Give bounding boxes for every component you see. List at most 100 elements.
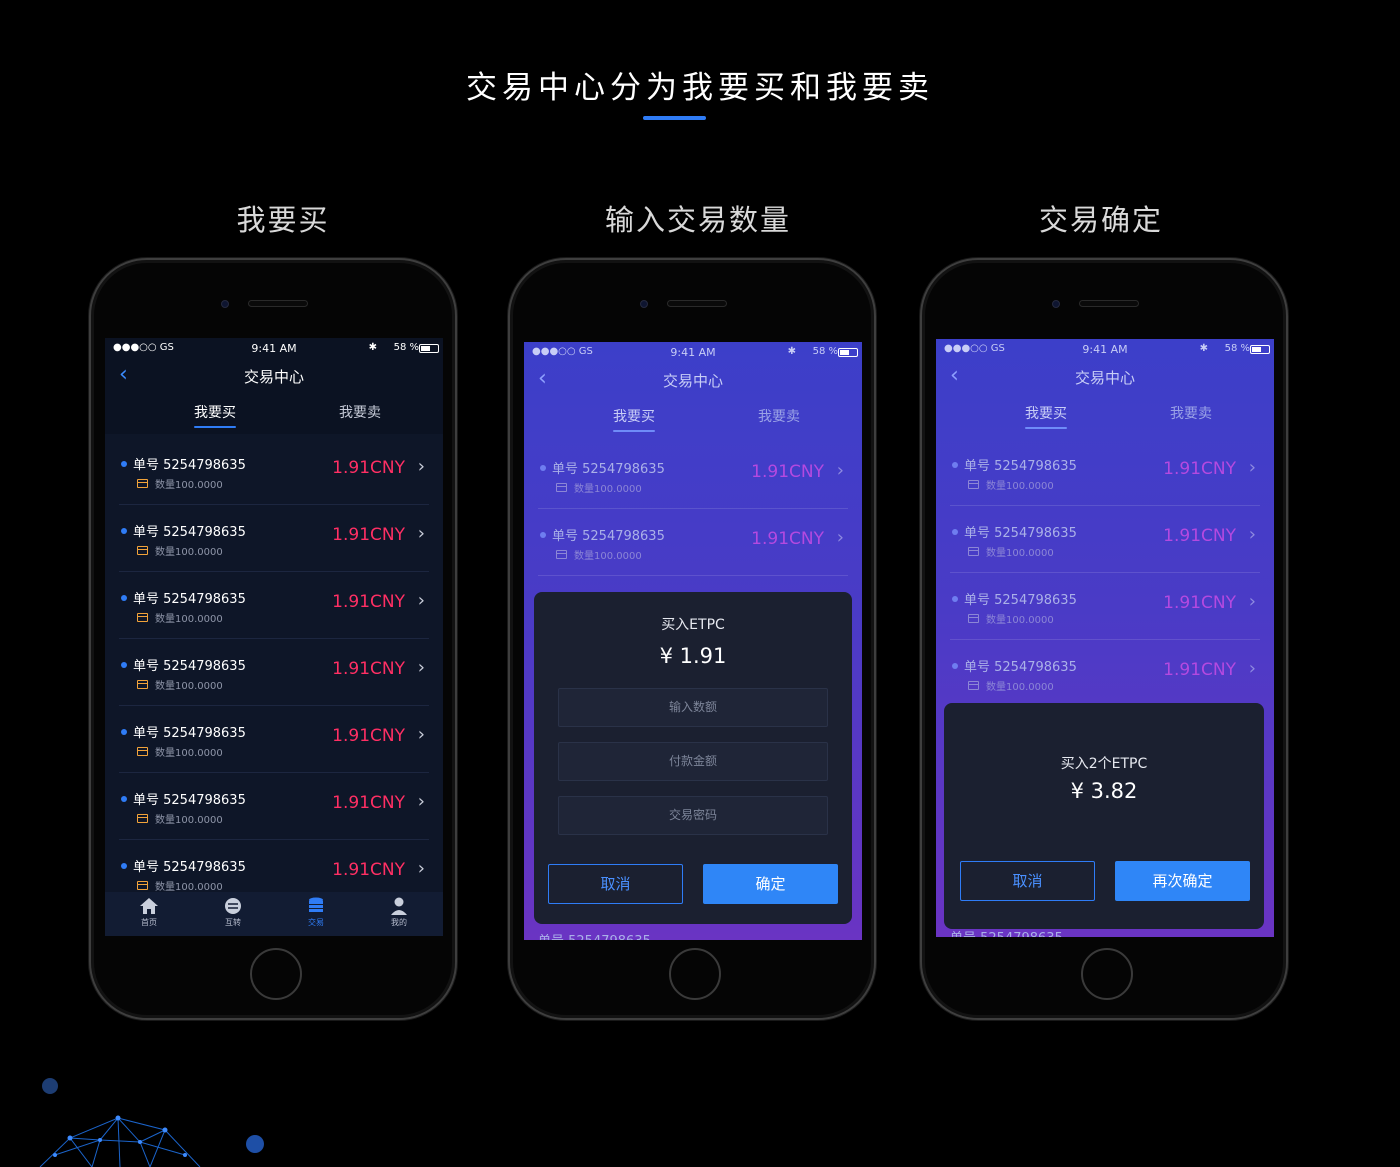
tab-sell[interactable]: 我要卖 [310,402,410,422]
list-item[interactable]: 单号 5254798635 数量100.0000 1.91CNY › [119,438,429,505]
chevron-right-icon: › [1248,457,1256,478]
globe-mesh [39,1117,201,1167]
wallet-icon [556,483,567,492]
order-quantity: 数量100.0000 [986,481,1054,492]
order-number: 单号 5254798635 [133,726,246,741]
battery-icon [1250,345,1270,354]
list-item[interactable]: 单号 5254798635 数量100.0000 1.91CNY › [119,706,429,773]
dialog-price: ¥ 3.82 [1070,779,1138,803]
tab-buy[interactable]: 我要买 [584,406,684,426]
decor-dot [42,1078,58,1094]
cancel-button[interactable]: 取消 [960,861,1095,901]
tab-buy[interactable]: 我要买 [996,403,1096,423]
confirm-button[interactable]: 确定 [703,864,838,904]
order-price: 1.91CNY [751,462,824,482]
order-price: 1.91CNY [332,659,405,679]
bullet-dot [952,663,958,669]
tab-indicator [1025,427,1067,429]
bullet-dot [952,596,958,602]
cancel-button[interactable]: 取消 [548,864,683,904]
tab-bar-top: 我要买 我要卖 [936,399,1274,435]
status-time: 9:41 AM [1082,343,1128,356]
tabbar-item-mine[interactable]: 我的 [369,896,429,928]
order-price: 1.91CNY [1163,660,1236,680]
tabbar-item-trade[interactable]: 交易 [286,896,346,928]
order-quantity: 数量100.0000 [574,551,642,562]
chevron-right-icon: › [417,523,425,544]
order-quantity: 数量100.0000 [986,615,1054,626]
bullet-dot [121,595,127,601]
wallet-icon [968,614,979,623]
bullet-dot [952,529,958,535]
camera-icon [1052,300,1060,308]
nav-bar: ‹ 交易中心 [105,360,443,392]
chevron-right-icon: › [1248,524,1256,545]
chevron-right-icon: › [417,724,425,745]
coins-icon [309,897,323,912]
status-bar: ●●●○○ GS 9:41 AM ✱ 58 % [524,342,862,362]
home-button[interactable] [669,948,721,1000]
tab-sell[interactable]: 我要卖 [1141,403,1241,423]
order-quantity: 数量100.0000 [155,614,223,625]
list-item[interactable]: 单号 5254798635 数量100.0000 1.91CNY › [950,439,1260,506]
battery-percent: 58 % [1224,343,1250,354]
chevron-right-icon: › [417,657,425,678]
bullet-dot [121,528,127,534]
list-item[interactable]: 单号 5254798635 数量100.0000 1.91CNY › [119,639,429,706]
tab-indicator [613,430,655,432]
amount-input[interactable]: 输入数额 [558,688,828,727]
chevron-right-icon: › [836,527,844,548]
tabbar-item-transfer[interactable]: 互转 [203,896,263,928]
list-item[interactable]: 单号 5254798635 数量100.0000 1.91CNY › [538,509,848,576]
order-number: 单号 5254798635 [133,793,246,808]
home-button[interactable] [250,948,302,1000]
list-item[interactable]: 单号 5254798635 数量100.0000 1.91CNY › [538,442,848,509]
list-item[interactable]: 单号 5254798635 数量100.0000 1.91CNY › [119,505,429,572]
screen-input-dialog: ●●●○○ GS 9:41 AM ✱ 58 % ‹ 交易中心 我要买 我要卖 单… [524,342,862,940]
bullet-dot [121,662,127,668]
order-price: 1.91CNY [751,529,824,549]
confirm-again-button[interactable]: 再次确定 [1115,861,1250,901]
column-title-buy: 我要买 [236,203,330,237]
list-item[interactable]: 单号 5254798635 数量100.0000 1.91CNY › [119,572,429,639]
tabbar-item-home[interactable]: 首页 [119,896,179,928]
trade-password-input[interactable]: 交易密码 [558,796,828,835]
tab-buy[interactable]: 我要买 [165,402,265,422]
bullet-dot [952,462,958,468]
phone-mockup-confirm: ●●●○○ GS 9:41 AM ✱ 58 % ‹ 交易中心 我要买 我要卖 单… [920,258,1288,1020]
transfer-icon [225,898,241,914]
title-underline [643,116,706,120]
decor-dot [246,1135,264,1153]
buy-confirm-dialog: 买入2个ETPC ¥ 3.82 取消 再次确定 [944,703,1264,929]
bluetooth-icon: ✱ [1199,343,1208,354]
nav-bar: ‹ 交易中心 [936,361,1274,393]
order-number: 单号 5254798635 [964,459,1077,474]
order-quantity: 数量100.0000 [155,882,223,893]
wallet-icon [137,613,148,622]
order-number: 单号 5254798635 [133,525,246,540]
order-price: 1.91CNY [1163,459,1236,479]
list-item[interactable]: 单号 5254798635 数量100.0000 1.91CNY › [950,640,1260,707]
battery-percent: 58 % [393,342,419,353]
list-item[interactable]: 单号 5254798635 数量100.0000 1.91CNY › [119,773,429,840]
wallet-icon [556,550,567,559]
dialog-title: 买入2个ETPC [1060,756,1148,772]
home-button[interactable] [1081,948,1133,1000]
column-title-input: 输入交易数量 [604,203,791,237]
payment-amount-input[interactable]: 付款金额 [558,742,828,781]
screen-buy-list: ●●●○○ GS 9:41 AM ✱ 58 % ‹ 交易中心 我要买 我要卖 单… [105,338,443,936]
bluetooth-icon: ✱ [787,346,796,357]
order-price: 1.91CNY [1163,526,1236,546]
tab-bar-top: 我要买 我要卖 [524,402,862,438]
tab-sell[interactable]: 我要卖 [729,406,829,426]
speaker-grille [1079,300,1139,307]
order-number: 单号 5254798635 [552,529,665,544]
list-item[interactable]: 单号 5254798635 数量100.0000 1.91CNY › [950,573,1260,640]
wallet-icon [137,680,148,689]
speaker-grille [667,300,727,307]
order-price: 1.91CNY [1163,593,1236,613]
wallet-icon [137,814,148,823]
battery-percent: 58 % [812,346,838,357]
list-item[interactable]: 单号 5254798635 数量100.0000 1.91CNY › [950,506,1260,573]
order-number: 单号 5254798635 [133,659,246,674]
